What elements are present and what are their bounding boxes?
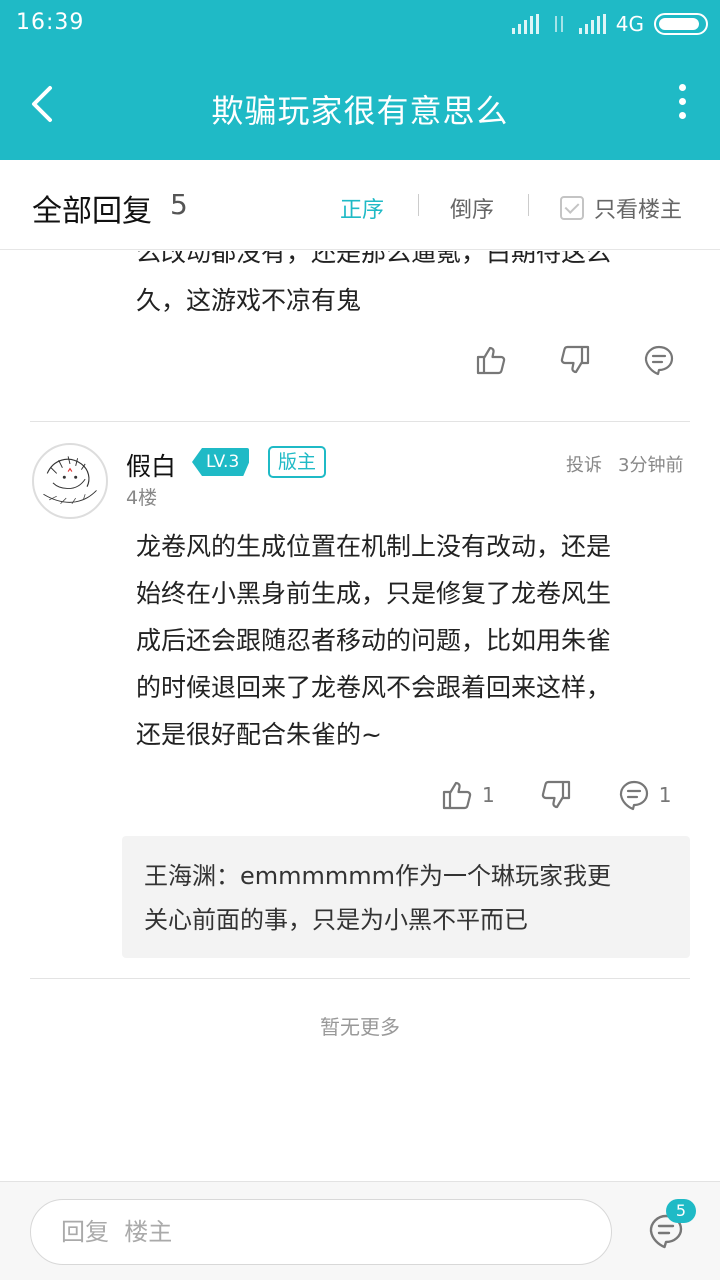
page-title: 欺骗玩家很有意思么 — [211, 92, 509, 130]
avatar[interactable] — [32, 443, 108, 519]
username[interactable]: 假白 — [126, 447, 176, 483]
more-vertical-icon — [678, 84, 686, 91]
sort-ascending-tab[interactable]: 正序 — [340, 192, 384, 224]
app-header: 16:39 4G 欺骗玩家很有意思么 — [0, 0, 720, 160]
title-bar: 欺骗玩家很有意思么 — [0, 50, 720, 160]
data-transfer-icon — [549, 14, 569, 34]
comment-icon — [644, 345, 674, 376]
reply-input[interactable] — [30, 1199, 612, 1265]
no-more-label: 暂无更多 — [320, 1015, 400, 1039]
network-type: 4G — [615, 12, 644, 36]
more-options-button[interactable] — [674, 84, 690, 124]
only-owner-toggle[interactable]: 只看楼主 — [560, 192, 682, 224]
comment-count-badge: 5 — [666, 1199, 696, 1223]
divider — [30, 421, 690, 422]
previous-post-text: 么改动都没有，还是那么逼氪，白期待这么 久，这游戏不凉有鬼 — [136, 251, 612, 315]
thumbs-down-icon — [560, 345, 590, 374]
level-badge: LV.3 — [192, 448, 249, 476]
status-icons: 4G — [511, 12, 708, 36]
sort-descending-tab[interactable]: 倒序 — [450, 192, 494, 224]
report-link[interactable]: 投诉 — [566, 451, 602, 477]
comment-icon — [619, 780, 648, 811]
replies-list[interactable]: 么改动都没有，还是那么逼氪，白期待这么 久，这游戏不凉有鬼 假白 LV.3 版主… — [0, 251, 720, 1181]
thumbs-up-icon — [476, 346, 506, 375]
thumbs-up-icon — [442, 781, 472, 810]
floor-number: 4楼 — [126, 487, 158, 509]
like-count: 1 — [482, 783, 495, 807]
status-time: 16:39 — [16, 10, 85, 35]
battery-icon — [654, 13, 708, 35]
post-time: 3分钟前 — [618, 455, 684, 476]
thumbs-down-icon — [541, 780, 570, 809]
reply-quote[interactable]: 王海渊：emmmmmm作为一个琳玩家我更 关心前面的事，只是为小黑不平而已 — [122, 836, 690, 958]
reply-bar: 5 — [0, 1181, 720, 1280]
moderator-badge: 版主 — [268, 446, 327, 478]
divider — [30, 978, 690, 979]
like-button[interactable]: 1 — [440, 778, 495, 812]
post-body: 龙卷风的生成位置在机制上没有改动，还是 始终在小黑身前生成，只是修复了龙卷风生 … — [136, 532, 612, 749]
comment-button[interactable]: 1 — [617, 778, 672, 812]
only-owner-label: 只看楼主 — [594, 198, 683, 223]
signal-icon — [511, 14, 539, 34]
previous-post-actions — [474, 343, 676, 377]
status-bar: 16:39 4G — [0, 0, 720, 48]
all-replies-label: 全部回复 — [32, 194, 152, 229]
user-avatar-sketch — [35, 446, 105, 516]
like-button[interactable] — [474, 343, 508, 377]
comment-count: 1 — [658, 783, 672, 807]
separator — [418, 194, 419, 216]
separator — [528, 194, 529, 216]
signal-icon-2 — [578, 14, 606, 34]
replies-header: 全部回复 5 正序 倒序 只看楼主 — [0, 160, 720, 250]
dislike-button[interactable] — [558, 343, 592, 377]
reply-count: 5 — [170, 188, 188, 221]
dislike-button[interactable] — [539, 778, 573, 812]
comment-button[interactable] — [642, 343, 676, 377]
post-actions: 1 1 — [440, 778, 671, 812]
checkbox-icon[interactable] — [560, 196, 584, 220]
